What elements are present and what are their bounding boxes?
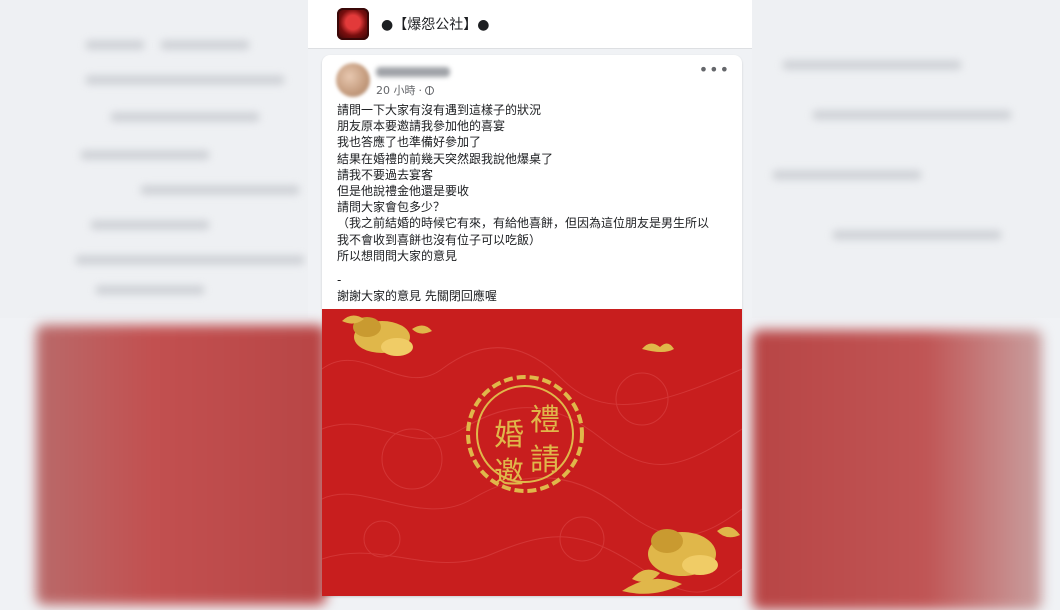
post-line: 朋友原本要邀請我參加他的喜宴 (337, 119, 506, 134)
seal-char: 禮 (530, 403, 560, 438)
post-body: 請問一下大家有沒有遇到這樣子的狀況 朋友原本要邀請我參加他的喜宴 我也答應了也準… (337, 102, 735, 304)
page-logo-icon[interactable] (337, 8, 369, 40)
post-line: 但是他說禮金他還是要收 (337, 184, 470, 199)
post-line: 我不會收到喜餅也沒有位子可以吃飯） (337, 232, 542, 247)
post-meta: 20 小時 · (376, 82, 434, 98)
post-line: 請問一下大家有沒有遇到這樣子的狀況 (337, 103, 542, 117)
poster-name-redacted[interactable] (376, 67, 450, 77)
more-icon[interactable]: ••• (699, 62, 730, 78)
meta-separator: · (418, 83, 423, 97)
blurred-image-right (752, 330, 1042, 610)
page-name[interactable]: ●【爆怨公社】● (381, 14, 489, 34)
post-card: 20 小時 · ••• 請問一下大家有沒有遇到這樣子的狀況 朋友原本要邀請我參加… (322, 55, 742, 596)
globe-icon (425, 85, 434, 95)
seal-char: 請 (530, 443, 560, 478)
seal-char: 邀 (494, 456, 524, 491)
post-header: 20 小時 · (336, 63, 731, 99)
post-closing: 謝謝大家的意見 先關閉回應喔 (337, 289, 497, 304)
wedding-invitation-image[interactable]: 禮 婚 請 邀 (322, 309, 742, 596)
poster-avatar[interactable] (336, 63, 370, 97)
post-line: 所以想問問大家的意見 (337, 248, 458, 263)
post-line: 我也答應了也準備好參加了 (337, 135, 482, 150)
post-time[interactable]: 20 小時 (376, 82, 416, 98)
blurred-image-left (36, 325, 326, 605)
post-line: 結果在婚禮的前幾天突然跟我說他爆桌了 (337, 151, 554, 166)
post-line: 請問大家會包多少？ (337, 200, 446, 215)
post-line: （我之前結婚的時候它有來，有給他喜餅，但因為這位朋友是男生所以 (337, 216, 710, 231)
page-header: ●【爆怨公社】● (308, 0, 752, 49)
post-dash: - (337, 273, 342, 288)
post-line: 請我不要過去宴客 (337, 167, 434, 182)
